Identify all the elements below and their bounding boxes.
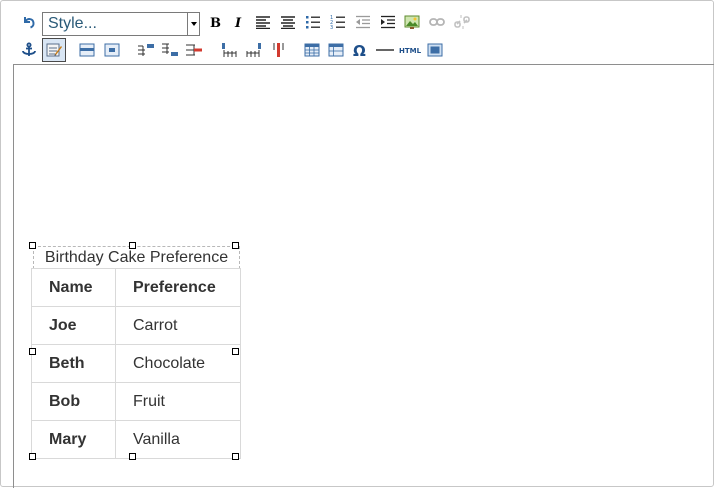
special-character-icon[interactable]: Ω [349,38,371,62]
insert-row-after-icon[interactable] [159,38,181,62]
editor-frame: Style... B I 123 Ω HTML Birthday Cake Pr… [0,0,714,488]
delete-column-icon[interactable] [268,38,290,62]
cake-preference-table[interactable]: Name Preference Joe Carrot Beth Chocolat… [31,268,241,459]
table-cell-name[interactable]: Beth [31,344,116,383]
resize-handle-bottom-left[interactable] [29,453,36,460]
italic-icon[interactable]: I [227,10,249,34]
chevron-down-icon[interactable] [187,13,199,35]
horizontal-rule-icon[interactable] [374,38,396,62]
outdent-icon[interactable] [352,10,374,34]
editor-toolbar: Style... B I 123 Ω HTML [2,2,713,64]
insert-row-before-icon[interactable] [135,38,157,62]
undo-icon[interactable] [18,10,40,34]
table-cell-preference[interactable]: Chocolate [115,344,241,383]
fullscreen-icon[interactable] [424,38,446,62]
insert-link-icon[interactable] [426,10,448,34]
align-left-icon[interactable] [252,10,274,34]
table-caption[interactable]: Birthday Cake Preference [33,246,240,269]
resize-handle-bottom[interactable] [129,453,136,460]
bold-icon[interactable]: B [203,10,225,34]
header-name[interactable]: Name [31,268,116,307]
table-row: Mary Vanilla [31,420,241,459]
table-cell-name[interactable]: Mary [31,420,116,459]
remove-link-icon[interactable] [451,10,473,34]
table-properties-icon[interactable] [42,38,66,62]
style-select[interactable]: Style... [42,12,200,36]
svg-text:B: B [210,16,221,29]
table-cell-preference[interactable]: Fruit [115,382,241,421]
table-grid-icon[interactable] [325,38,347,62]
table-row: Joe Carrot [31,306,241,345]
insert-table-icon[interactable] [301,38,323,62]
insert-image-icon[interactable] [401,10,423,34]
bulleted-list-icon[interactable] [302,10,324,34]
numbered-list-icon[interactable]: 123 [327,10,349,34]
insert-column-after-icon[interactable] [243,38,265,62]
resize-handle-top[interactable] [129,242,136,249]
indent-icon[interactable] [377,10,399,34]
html-source-icon[interactable]: HTML [398,38,424,62]
svg-text:Ω: Ω [353,42,366,58]
table-cell-name[interactable]: Joe [31,306,116,345]
resize-handle-right[interactable] [232,348,239,355]
resize-handle-top-left[interactable] [29,242,36,249]
cell-properties-icon[interactable] [101,38,123,62]
svg-text:HTML: HTML [399,47,422,55]
resize-handle-top-right[interactable] [232,242,239,249]
table-row: Bob Fruit [31,382,241,421]
row-properties-icon[interactable] [76,38,98,62]
insert-column-before-icon[interactable] [218,38,240,62]
table-header-row: Name Preference [31,268,241,307]
svg-text:3: 3 [330,25,333,29]
table-cell-name[interactable]: Bob [31,382,116,421]
table-cell-preference[interactable]: Carrot [115,306,241,345]
delete-row-icon[interactable] [183,38,205,62]
style-select-value: Style... [48,15,97,32]
resize-handle-left[interactable] [29,348,36,355]
resize-handle-bottom-right[interactable] [232,453,239,460]
anchor-icon[interactable] [18,38,40,62]
header-preference[interactable]: Preference [115,268,241,307]
svg-text:I: I [234,16,242,29]
table-row: Beth Chocolate [31,344,241,383]
align-center-icon[interactable] [277,10,299,34]
